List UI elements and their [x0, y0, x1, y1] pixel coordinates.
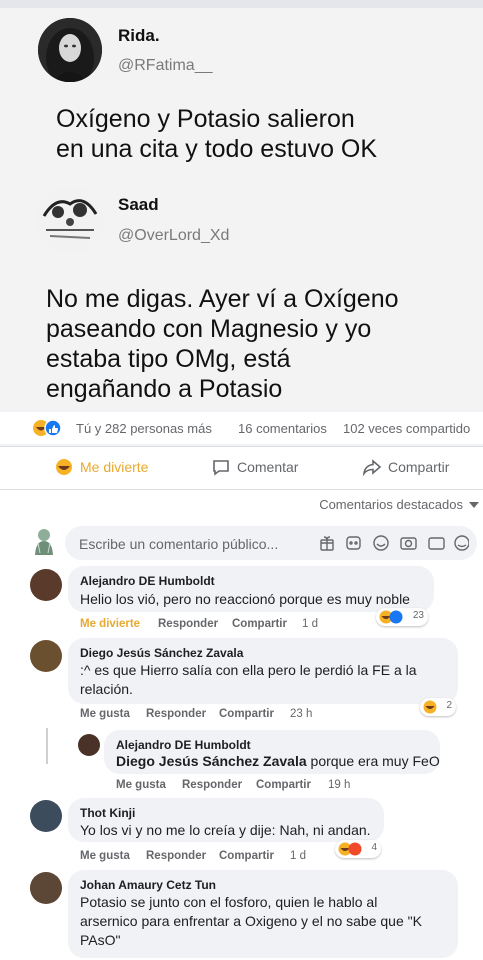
sort-label[interactable]: Comentarios destacados [319, 497, 463, 512]
comment-reaction-link[interactable]: Me gusta [80, 850, 130, 862]
reply-text: Diego Jesús Sánchez Zavala porque era mu… [116, 752, 440, 771]
comment-avatar[interactable] [30, 569, 62, 601]
laugh-button[interactable]: Me divierte [80, 459, 148, 475]
thread-line [46, 728, 48, 764]
laugh-emoji-icon [338, 842, 362, 856]
post-actions: Me divierte Comentar Compartir [0, 446, 483, 490]
comment-composer: Escribe un comentario público... [0, 518, 483, 566]
comment-reaction-link[interactable]: Me gusta [116, 779, 166, 791]
tweet2-line-4: engañando a Potasio [46, 375, 283, 403]
sketch-icon [36, 186, 104, 254]
comment-share-link[interactable]: Compartir [232, 618, 287, 630]
comment-text: :^ es que Hierro salía con ella pero le … [80, 662, 417, 678]
comment-reply-link[interactable]: Responder [146, 850, 206, 862]
reply-author[interactable]: Alejandro DE Humboldt [116, 738, 251, 752]
comment-text: PAsO" [80, 932, 121, 948]
comment-author[interactable]: Diego Jesús Sánchez Zavala [80, 646, 243, 660]
tweet2-line-1: No me digas. Ayer ví a Oxígeno [46, 285, 399, 313]
share-button[interactable]: Compartir [388, 459, 449, 475]
caret-down-icon [469, 502, 479, 508]
portrait-icon [38, 18, 102, 82]
comment-reply-link[interactable]: Responder [146, 708, 206, 720]
tweet2-name: Saad [118, 195, 159, 214]
comment-avatar[interactable] [30, 640, 62, 672]
comment-text: Potasio se junto con el fosforo, quien l… [80, 894, 378, 910]
composer-icons[interactable] [319, 534, 469, 552]
laugh-emoji-icon [56, 459, 72, 475]
comment-text: Helio los vió, pero no reaccionó porque … [80, 591, 410, 607]
reaction-count[interactable]: Tú y 282 personas más [76, 421, 212, 436]
reaction-count-badge[interactable]: 23 [376, 608, 428, 626]
comment-share-link[interactable]: Compartir [256, 779, 311, 791]
user-avatar[interactable] [33, 527, 55, 555]
laugh-emoji-icon [423, 700, 437, 714]
comment-share-link[interactable]: Compartir [219, 708, 274, 720]
reaction-count-badge[interactable]: 2 [420, 698, 456, 716]
comment-author[interactable]: Thot Kinji [80, 806, 135, 820]
comment-input[interactable]: Escribe un comentario público... [65, 526, 477, 560]
reaction-icons[interactable] [33, 418, 65, 438]
reaction-stats: Tú y 282 personas más 16 comentarios 102… [0, 412, 483, 444]
reply-mention[interactable]: Diego Jesús Sánchez Zavala [116, 753, 307, 769]
comment-button[interactable]: Comentar [237, 459, 298, 475]
comment-time[interactable]: 1 d [290, 850, 306, 862]
comment-icon [213, 460, 229, 476]
camera-icon [400, 537, 417, 550]
laugh-emoji-icon [379, 610, 403, 624]
comment-time[interactable]: 1 d [302, 618, 318, 630]
tweet1-handle: @RFatima__ [118, 57, 213, 74]
avatar-sticker-icon [454, 535, 469, 551]
previous-post-strip [0, 0, 483, 8]
comment-reaction-link[interactable]: Me divierte [80, 618, 140, 630]
tweet1-name: Rida. [118, 26, 160, 45]
share-count[interactable]: 102 veces compartido [343, 421, 470, 436]
comment-avatar[interactable] [30, 800, 62, 832]
comment-text: relación. [80, 681, 133, 697]
rida-avatar [38, 18, 102, 82]
tweet2-line-3: estaba tipo OMg, está [46, 345, 291, 373]
tweet1-line-2: en una cita y todo estuvo OK [56, 135, 378, 163]
comment-reply-link[interactable]: Responder [158, 618, 218, 630]
comment-placeholder: Escribe un comentario público... [79, 536, 279, 552]
comment-text: arsernico para enfrentar a Oxigeno y el … [80, 913, 422, 929]
reaction-count-text: 2 [446, 700, 452, 711]
comment-avatar[interactable] [78, 734, 100, 756]
comment-author[interactable]: Alejandro DE Humboldt [80, 574, 215, 588]
reply-text-body: porque era muy FeO [306, 753, 440, 769]
share-icon [362, 459, 382, 477]
reaction-count-text: 4 [371, 842, 377, 853]
post-image[interactable]: Rida. @RFatima__ Oxígeno y Potasio salie… [0, 8, 483, 410]
comment-sort[interactable]: Comentarios destacados [0, 490, 483, 518]
gif-icon [428, 537, 445, 550]
comment-count[interactable]: 16 comentarios [238, 421, 327, 436]
emoji-icon [373, 535, 389, 551]
comment-author[interactable]: Johan Amaury Cetz Tun [80, 878, 216, 892]
comment-time[interactable]: 23 h [290, 708, 312, 720]
reaction-count-badge[interactable]: 4 [335, 840, 381, 858]
tweet2-handle: @OverLord_Xd [118, 227, 230, 244]
tweet1-line-1: Oxígeno y Potasio salieron [56, 105, 355, 133]
comment-reply-link[interactable]: Responder [182, 779, 242, 791]
tweet2-line-2: paseando con Magnesio y yo [46, 315, 372, 343]
reaction-count-text: 23 [412, 610, 424, 621]
saad-avatar [36, 186, 104, 254]
comment-share-link[interactable]: Compartir [219, 850, 274, 862]
comment-time[interactable]: 19 h [328, 779, 350, 791]
comment-avatar[interactable] [30, 872, 62, 904]
comment-text: Yo los vi y no me lo creía y dije: Nah, … [80, 822, 371, 838]
comment-reaction-link[interactable]: Me gusta [80, 708, 130, 720]
